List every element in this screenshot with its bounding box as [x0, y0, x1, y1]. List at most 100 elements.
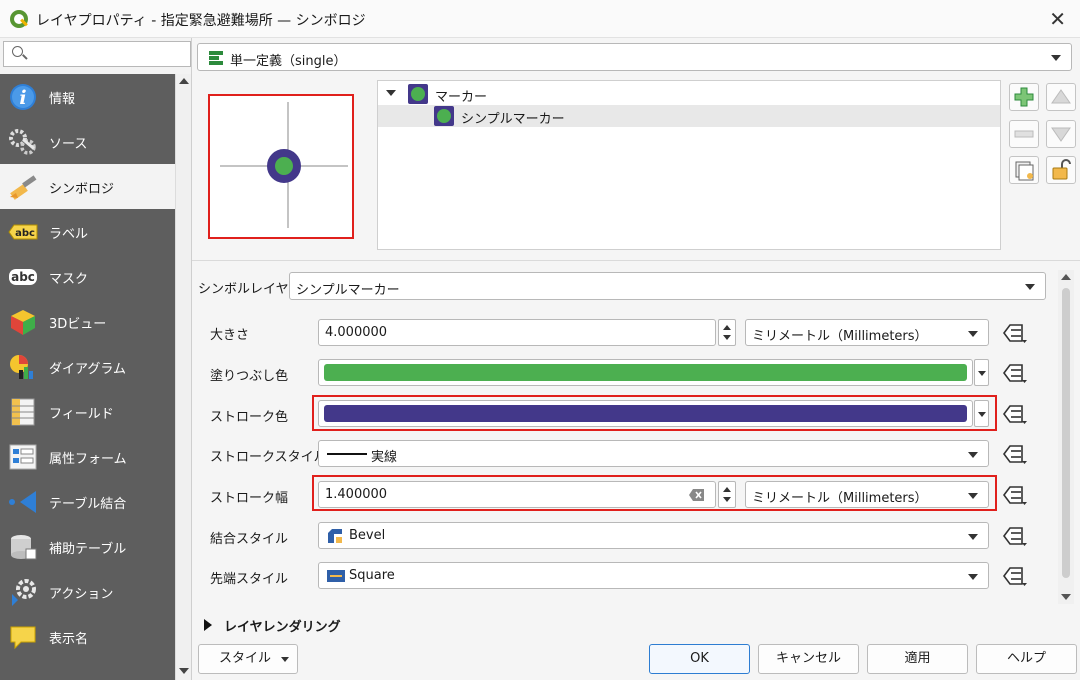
sidebar-item-labels[interactable]: abc ラベル: [0, 209, 175, 254]
title-bar: レイヤプロパティ - 指定緊急避難場所 — シンボロジ ✕: [0, 0, 1080, 38]
add-layer-button[interactable]: [1009, 83, 1039, 111]
symbol-preview: [208, 94, 354, 239]
sidebar-item-display[interactable]: 表示名: [0, 614, 175, 659]
sidebar-item-fields[interactable]: フィールド: [0, 389, 175, 434]
fields-icon: [11, 398, 35, 426]
joins-icon: [9, 491, 36, 513]
data-defined-override-icon[interactable]: [1000, 402, 1028, 426]
sidebar-item-3d-view[interactable]: 3Dビュー: [0, 299, 175, 344]
window-title: レイヤプロパティ - 指定緊急避難場所 — シンボロジ: [36, 13, 366, 29]
expand-arrow-icon[interactable]: [386, 90, 396, 96]
sidebar-nav: i 情報 ソース シンボロジ abc ラベル abc マスク 3Dビュー ダイア…: [0, 74, 175, 680]
tree-item-label: シンプルマーカー: [461, 112, 565, 127]
square-cap-icon: [327, 570, 345, 582]
highlight-box: [312, 475, 997, 511]
data-defined-override-icon[interactable]: [1000, 321, 1028, 345]
plus-icon: [1014, 87, 1034, 107]
qgis-logo-icon: [10, 10, 28, 28]
scroll-down-icon[interactable]: [1061, 594, 1071, 600]
sidebar-item-info[interactable]: i 情報: [0, 74, 175, 119]
sidebar-item-actions[interactable]: アクション: [0, 569, 175, 614]
sidebar-scrollbar[interactable]: [175, 74, 191, 680]
data-defined-override-icon[interactable]: [1000, 564, 1028, 588]
sidebar-item-mask[interactable]: abc マスク: [0, 254, 175, 299]
renderer-value: 単一定義（single）: [230, 54, 347, 69]
help-button[interactable]: ヘルプ: [976, 644, 1077, 674]
symbol-layer-type-value: シンプルマーカー: [296, 283, 400, 298]
source-icon: [9, 129, 36, 155]
sidebar-item-label: 補助テーブル: [49, 542, 127, 557]
symbology-brush-icon: [10, 175, 37, 200]
sidebar-item-diagram[interactable]: ダイアグラム: [0, 344, 175, 389]
lock-layer-button[interactable]: [1046, 156, 1076, 184]
sidebar-item-label: ソース: [49, 137, 88, 152]
data-defined-override-icon[interactable]: [1000, 361, 1028, 385]
cancel-button[interactable]: キャンセル: [758, 644, 859, 674]
tree-item-simple-marker[interactable]: シンプルマーカー: [378, 105, 1000, 127]
main-panel: 単一定義（single） マーカー シンプルマーカー シンボルレイヤ型 シンプル…: [192, 38, 1080, 680]
fill-color-menu-button[interactable]: [974, 359, 989, 386]
minus-icon: [1014, 130, 1034, 138]
auxiliary-storage-icon: [11, 535, 37, 560]
sidebar-item-symbology[interactable]: シンボロジ: [0, 164, 175, 209]
renderer-select[interactable]: 単一定義（single）: [197, 43, 1072, 71]
search-input[interactable]: [3, 41, 191, 67]
data-defined-override-icon[interactable]: [1000, 442, 1028, 466]
style-menu-button[interactable]: スタイル: [198, 644, 298, 674]
join-style-value: Bevel: [349, 528, 386, 543]
single-symbol-icon: [209, 51, 223, 65]
sidebar-item-label: テーブル結合: [49, 497, 127, 512]
chevron-down-icon: [968, 534, 978, 540]
fill-color-button[interactable]: [318, 359, 973, 386]
sidebar-item-source[interactable]: ソース: [0, 119, 175, 164]
tree-item-marker[interactable]: マーカー: [378, 83, 1000, 105]
symbol-layer-type-select[interactable]: シンプルマーカー: [289, 272, 1046, 300]
cap-style-select[interactable]: Square: [318, 562, 989, 589]
scrollbar-thumb[interactable]: [1062, 288, 1070, 578]
size-unit-select[interactable]: ミリメートル（Millimeters）: [745, 319, 989, 346]
stroke-style-label: ストロークスタイル: [210, 450, 327, 465]
size-spinner[interactable]: [718, 319, 736, 346]
ok-button[interactable]: OK: [649, 644, 750, 674]
layer-rendering-toggle[interactable]: レイヤレンダリング: [224, 616, 341, 635]
symbol-layer-tree[interactable]: マーカー シンプルマーカー: [377, 80, 1001, 250]
sidebar-item-auxiliary-storage[interactable]: 補助テーブル: [0, 524, 175, 569]
scroll-down-icon[interactable]: [179, 668, 189, 674]
close-icon[interactable]: ✕: [1049, 7, 1066, 31]
stroke-style-select[interactable]: 実線: [318, 440, 989, 467]
bevel-join-icon: [328, 529, 342, 543]
labels-icon: abc: [8, 224, 38, 240]
svg-text:abc: abc: [15, 228, 35, 239]
duplicate-layer-button[interactable]: [1009, 156, 1039, 184]
move-up-button[interactable]: [1046, 83, 1076, 111]
move-down-button[interactable]: [1046, 120, 1076, 148]
fill-color-label: 塗りつぶし色: [210, 369, 289, 384]
apply-button[interactable]: 適用: [867, 644, 968, 674]
display-icon: [10, 626, 36, 650]
sidebar-item-label: 3Dビュー: [49, 317, 107, 332]
expand-arrow-icon[interactable]: [204, 619, 212, 631]
sidebar-item-attribute-form[interactable]: 属性フォーム: [0, 434, 175, 479]
properties-scrollbar[interactable]: [1058, 270, 1074, 604]
scroll-up-icon[interactable]: [1061, 274, 1071, 280]
size-input[interactable]: 4.000000: [318, 319, 716, 346]
symbol-layer-type-label: シンボルレイヤ型: [198, 282, 302, 297]
sidebar-item-joins[interactable]: テーブル結合: [0, 479, 175, 524]
join-style-label: 結合スタイル: [210, 532, 289, 547]
stroke-width-label: ストローク幅: [210, 491, 289, 506]
sidebar-item-label: ラベル: [49, 227, 89, 242]
info-icon: i: [10, 84, 36, 110]
data-defined-override-icon[interactable]: [1000, 524, 1028, 548]
3d-view-icon: [11, 310, 35, 335]
section-divider: [192, 260, 1080, 261]
data-defined-override-icon[interactable]: [1000, 483, 1028, 507]
style-button-label: スタイル: [219, 651, 272, 666]
size-label: 大きさ: [210, 328, 250, 343]
sidebar-item-label: 表示名: [49, 632, 89, 647]
diagram-icon: [10, 355, 33, 379]
join-style-select[interactable]: Bevel: [318, 522, 989, 549]
scroll-up-icon[interactable]: [179, 78, 189, 84]
remove-layer-button[interactable]: [1009, 120, 1039, 148]
tree-item-label: マーカー: [435, 90, 488, 105]
sidebar-item-label: マスク: [49, 272, 89, 287]
